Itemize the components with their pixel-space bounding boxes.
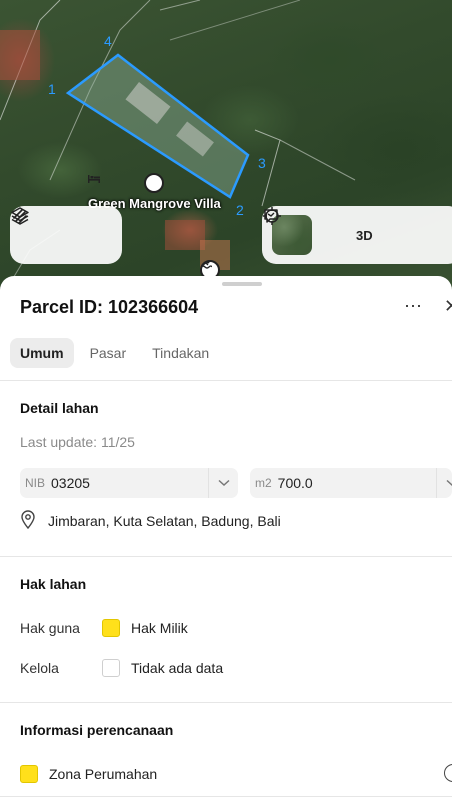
last-update-text: Last update: 11/25 — [20, 434, 135, 450]
zone-row: Zona Perumahan — [20, 765, 157, 783]
map-tools-panel — [10, 206, 122, 264]
parcel-title: Parcel ID: 102366604 — [20, 296, 199, 317]
map-view[interactable]: 1 2 3 4 Green Mangrove Villa 3D — [0, 0, 452, 300]
sheet-header: Parcel ID: 102366604 ⋯ ✕ — [20, 296, 452, 318]
bed-icon — [88, 173, 165, 193]
hak-guna-label: Hak guna — [20, 620, 80, 636]
kelola-label: Kelola — [20, 660, 59, 676]
close-icon[interactable]: ✕ — [444, 296, 452, 317]
area-prefix: m2 — [255, 476, 272, 490]
nib-value: 03205 — [51, 475, 90, 491]
divider — [0, 702, 452, 703]
rights-section-title: Hak lahan — [20, 576, 87, 592]
parcel-corner-4: 4 — [104, 33, 112, 49]
nib-prefix: NIB — [25, 476, 46, 490]
detail-section-title: Detail lahan — [20, 400, 99, 416]
info-icon[interactable] — [444, 764, 452, 782]
area-field[interactable]: m2 700.0 — [250, 468, 452, 498]
zone-swatch — [20, 765, 38, 783]
tab-umum[interactable]: Umum — [10, 338, 74, 368]
divider — [0, 796, 452, 797]
map-view-panel: 3D — [262, 206, 452, 264]
more-options-icon[interactable]: ⋯ — [404, 296, 423, 317]
3d-toggle-button[interactable]: 3D — [356, 228, 373, 243]
divider — [0, 556, 452, 557]
sheet-drag-handle[interactable] — [222, 282, 262, 286]
parcel-corner-3: 3 — [258, 155, 266, 171]
address-text: Jimbaran, Kuta Selatan, Badung, Bali — [48, 513, 281, 529]
planning-section-title: Informasi perencanaan — [20, 722, 174, 738]
kelola-value: Tidak ada data — [131, 660, 224, 676]
kelola-row: Kelola Tidak ada data — [20, 659, 223, 677]
parcel-details-sheet: Parcel ID: 102366604 ⋯ ✕ Umum Pasar Tind… — [0, 276, 452, 804]
hak-milik-swatch — [102, 619, 120, 637]
tab-tindakan[interactable]: Tindakan — [142, 338, 219, 368]
nib-field[interactable]: NIB 03205 — [20, 468, 238, 498]
zone-value: Zona Perumahan — [49, 766, 158, 782]
hak-guna-value: Hak Milik — [131, 620, 188, 636]
location-pin-icon — [20, 510, 36, 532]
tab-bar: Umum Pasar Tindakan — [10, 338, 219, 368]
area-value: 700.0 — [277, 475, 313, 491]
kelola-swatch — [102, 659, 120, 677]
parcel-corner-1: 1 — [48, 81, 56, 97]
tab-pasar[interactable]: Pasar — [80, 338, 137, 368]
parcel-corner-2: 2 — [236, 202, 244, 218]
divider — [0, 380, 452, 381]
hak-guna-row: Hak guna Hak Milik — [20, 619, 188, 637]
chevron-down-icon[interactable] — [436, 468, 452, 498]
chevron-down-icon[interactable] — [208, 468, 238, 498]
address-row: Jimbaran, Kuta Selatan, Badung, Bali — [20, 510, 281, 532]
